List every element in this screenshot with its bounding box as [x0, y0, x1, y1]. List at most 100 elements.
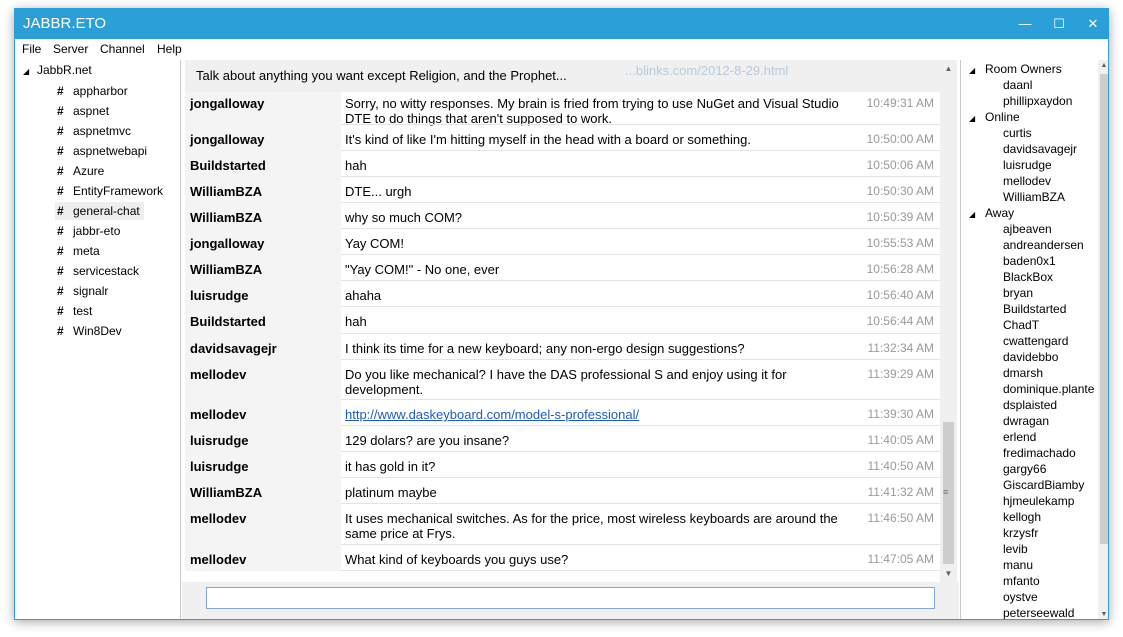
triangle-expanded-icon[interactable]: ◢	[969, 66, 985, 75]
user-list-item[interactable]: erlend	[1003, 430, 1036, 446]
user-list-item[interactable]: mellodev	[1003, 174, 1051, 190]
scroll-up-icon[interactable]: ▲	[1098, 60, 1108, 72]
user-list-item[interactable]: fredimachado	[1003, 446, 1076, 462]
message-author[interactable]: luisrudge	[185, 281, 341, 307]
user-group-label: Online	[985, 110, 1020, 124]
room-item[interactable]: # signalr	[55, 282, 112, 300]
message-author[interactable]: Buildstarted	[185, 151, 341, 177]
triangle-expanded-icon[interactable]: ◢	[969, 210, 985, 219]
user-list-item[interactable]: BlackBox	[1003, 270, 1053, 286]
tree-root-server[interactable]: ◢ JabbR.net	[23, 63, 92, 79]
triangle-expanded-icon[interactable]: ◢	[969, 114, 985, 123]
user-list-item[interactable]: manu	[1003, 558, 1033, 574]
room-item[interactable]: # Win8Dev	[55, 322, 126, 340]
topic-background-link: ...blinks.com/2012-8-29.html	[625, 63, 789, 78]
user-list-item[interactable]: curtis	[1003, 126, 1032, 142]
message-timestamp: 10:50:00 AM	[866, 132, 934, 146]
message-row: mellodev It uses mechanical switches. As …	[185, 504, 940, 545]
user-list-item[interactable]: oystve	[1003, 590, 1038, 606]
user-list-item[interactable]: phillipхaydon	[1003, 94, 1072, 110]
message-author[interactable]: WilliamBZA	[185, 255, 341, 281]
user-list-item[interactable]: mfanto	[1003, 574, 1040, 590]
user-list-item[interactable]: dominique.plante	[1003, 382, 1094, 398]
user-list-item[interactable]: levib	[1003, 542, 1028, 558]
room-item[interactable]: # meta	[55, 242, 104, 260]
close-button[interactable]: ✕	[1076, 9, 1108, 39]
user-list-scrollbar[interactable]: ▲ ▼	[1098, 60, 1108, 619]
user-list-item[interactable]: GiscardBiamby	[1003, 478, 1084, 494]
minimize-button[interactable]: —	[1008, 9, 1042, 39]
room-item[interactable]: # aspnet	[55, 102, 113, 120]
room-item[interactable]: # test	[55, 302, 96, 320]
menu-bar: File Server Channel Help	[15, 39, 1108, 59]
room-item[interactable]: # EntityFramework	[55, 182, 167, 200]
user-group-header[interactable]: ◢ Room Owners	[969, 62, 1062, 78]
user-list-item[interactable]: dwragan	[1003, 414, 1049, 430]
room-item[interactable]: # general-chat	[55, 202, 144, 220]
user-list-item[interactable]: dmarsh	[1003, 366, 1043, 382]
message-author[interactable]: davidsavagejr	[185, 334, 341, 360]
room-label: servicestack	[73, 264, 140, 278]
user-list-item[interactable]: hjmeulekamp	[1003, 494, 1074, 510]
user-list-item[interactable]: baden0x1	[1003, 254, 1056, 270]
message-author[interactable]: WilliamBZA	[185, 478, 341, 504]
scroll-down-icon[interactable]: ▼	[1098, 609, 1108, 619]
hash-icon: #	[57, 144, 64, 158]
menu-file[interactable]: File	[22, 42, 41, 56]
message-author[interactable]: mellodev	[185, 545, 341, 571]
message-text: Yay COM!	[345, 236, 404, 251]
room-item[interactable]: # aspnetmvc	[55, 122, 135, 140]
maximize-button[interactable]: ☐	[1042, 9, 1076, 39]
user-list-item[interactable]: cwattengard	[1003, 334, 1068, 350]
menu-server[interactable]: Server	[53, 42, 88, 56]
message-author[interactable]: luisrudge	[185, 426, 341, 452]
message-timestamp: 10:49:31 AM	[866, 96, 934, 110]
message-row: WilliamBZA "Yay COM!" - No one, ever 10:56…	[185, 255, 940, 281]
scroll-down-icon[interactable]: ▼	[940, 565, 957, 582]
user-list-item[interactable]: gargy66	[1003, 462, 1046, 478]
user-list-item[interactable]: andreandersen	[1003, 238, 1084, 254]
user-list-item[interactable]: luisrudge	[1003, 158, 1052, 174]
user-group-header[interactable]: ◢ Online	[969, 110, 1020, 126]
user-list-item[interactable]: Buildstarted	[1003, 302, 1066, 318]
message-author[interactable]: jongalloway	[185, 92, 341, 125]
room-item[interactable]: # servicestack	[55, 262, 143, 280]
message-author[interactable]: Buildstarted	[185, 307, 341, 334]
message-author[interactable]: mellodev	[185, 400, 341, 426]
room-item[interactable]: # jabbr-eto	[55, 222, 124, 240]
title-bar[interactable]: JABBR.ETO — ☐ ✕	[15, 9, 1108, 39]
user-list-item[interactable]: davidebbo	[1003, 350, 1058, 366]
user-list-item[interactable]: WilliamBZA	[1003, 190, 1065, 206]
room-item[interactable]: # Azure	[55, 162, 108, 180]
room-item[interactable]: # aspnetwebapi	[55, 142, 151, 160]
message-link[interactable]: http://www.daskeyboard.com/model-s-profe…	[345, 407, 639, 422]
user-list-item[interactable]: peterseewald	[1003, 606, 1074, 619]
message-author[interactable]: jongalloway	[185, 125, 341, 151]
menu-channel[interactable]: Channel	[100, 42, 145, 56]
user-list-item[interactable]: kellogh	[1003, 510, 1041, 526]
message-author[interactable]: WilliamBZA	[185, 203, 341, 229]
user-list-item[interactable]: ChadT	[1003, 318, 1039, 334]
message-author[interactable]: mellodev	[185, 360, 341, 400]
room-label: signalr	[73, 284, 109, 298]
user-list-item[interactable]: dsplaisted	[1003, 398, 1057, 414]
chat-scrollbar[interactable]: ▲ ≡ ▼	[940, 60, 957, 582]
user-list-item[interactable]: bryan	[1003, 286, 1033, 302]
message-author[interactable]: mellodev	[185, 504, 341, 545]
user-list-item[interactable]: krzysfr	[1003, 526, 1038, 542]
message-author[interactable]: luisrudge	[185, 452, 341, 478]
triangle-expanded-icon[interactable]: ◢	[23, 67, 37, 76]
room-label: meta	[73, 244, 100, 258]
message-input[interactable]	[206, 587, 935, 609]
user-list-item[interactable]: ajbeaven	[1003, 222, 1052, 238]
menu-help[interactable]: Help	[157, 42, 182, 56]
message-author[interactable]: WilliamBZA	[185, 177, 341, 203]
scroll-up-icon[interactable]: ▲	[940, 60, 957, 77]
message-author[interactable]: jongalloway	[185, 229, 341, 255]
user-list-item[interactable]: daanl	[1003, 78, 1032, 94]
message-text: why so much COM?	[345, 210, 463, 225]
user-list-item[interactable]: davidsavagejr	[1003, 142, 1077, 158]
scroll-thumb[interactable]	[1100, 74, 1108, 544]
user-group-header[interactable]: ◢ Away	[969, 206, 1014, 222]
room-item[interactable]: # appharbor	[55, 82, 132, 100]
